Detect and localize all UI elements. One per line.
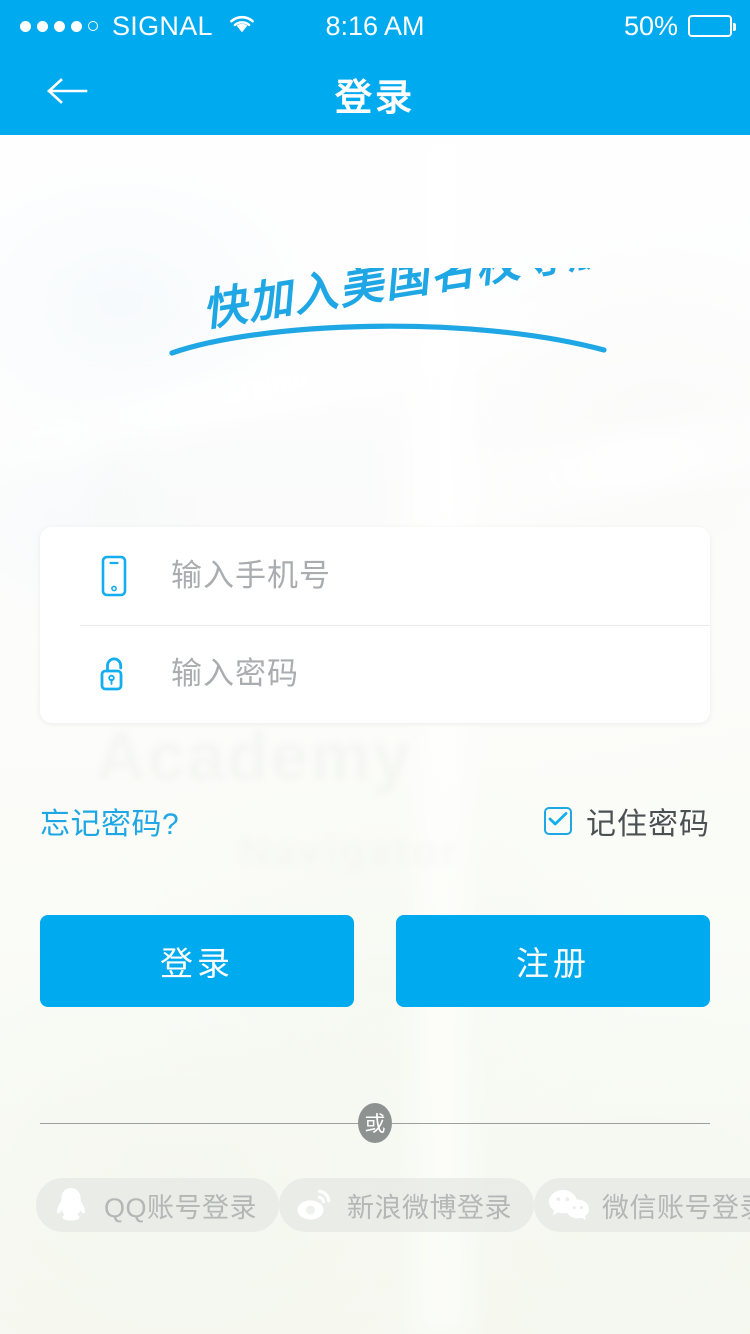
sina-weibo-eye-icon [293,1184,335,1226]
password-input[interactable] [171,656,710,692]
forgot-password-link[interactable]: 忘记密码? [40,799,179,843]
register-button[interactable]: 注册 [396,915,710,1007]
or-divider: 或 [40,1100,710,1146]
login-options-row: 忘记密码? 记住密码 [40,798,710,844]
wechat-login-button[interactable]: 微信账号登录 [534,1178,750,1232]
checkmark-icon [548,811,568,832]
status-bar-left: SIGNAL [0,10,257,41]
remember-password-checkbox[interactable] [544,807,572,835]
signal-dot-filled [71,20,82,32]
login-button[interactable]: 登录 [40,915,354,1007]
social-login-row: QQ账号登录 新浪微博登录 微信账号登 [36,1178,750,1232]
wechat-login-label: 微信账号登录 [602,1192,750,1223]
divider-line-left [40,1122,358,1124]
signal-dot-filled [20,20,31,32]
mobile-phone-icon [97,555,131,597]
remember-password-label: 记住密码 [586,808,710,841]
action-button-row: 登录 注册 [40,915,710,1007]
promo-headline: 快加入美国名校导航! [0,218,750,398]
signal-dot-filled [54,20,65,32]
page-title: 登录 [335,76,415,118]
phone-field-row[interactable] [40,527,710,626]
qq-login-label: QQ账号登录 [104,1192,258,1223]
signal-dot-filled [37,20,48,32]
navigation-bar: 登录 [0,52,750,135]
login-form-card [40,527,710,723]
phone-input[interactable] [171,558,710,594]
remember-password-toggle[interactable]: 记住密码 [544,799,710,843]
carrier-label: SIGNAL [112,10,213,41]
login-screen: Academy Navigator SIGNAL 8:16 AM [0,0,750,1334]
wechat-bubbles-icon [548,1184,590,1226]
qq-penguin-icon [50,1184,92,1226]
qq-login-button[interactable]: QQ账号登录 [36,1178,280,1232]
status-bar-right: 50% [623,10,736,41]
divider-badge-label: 或 [358,1103,392,1143]
wifi-icon [227,13,257,40]
signal-dot-empty [88,21,98,31]
status-bar: SIGNAL 8:16 AM 50% [0,0,750,52]
weibo-login-button[interactable]: 新浪微博登录 [279,1178,535,1232]
unlocked-padlock-icon [97,654,131,694]
battery-percentage-label: 50% [623,10,678,41]
weibo-login-label: 新浪微博登录 [347,1192,513,1223]
battery-icon [688,15,736,37]
divider-line-right [392,1122,710,1124]
password-field-row[interactable] [40,625,710,723]
signal-strength-dots [20,20,98,32]
